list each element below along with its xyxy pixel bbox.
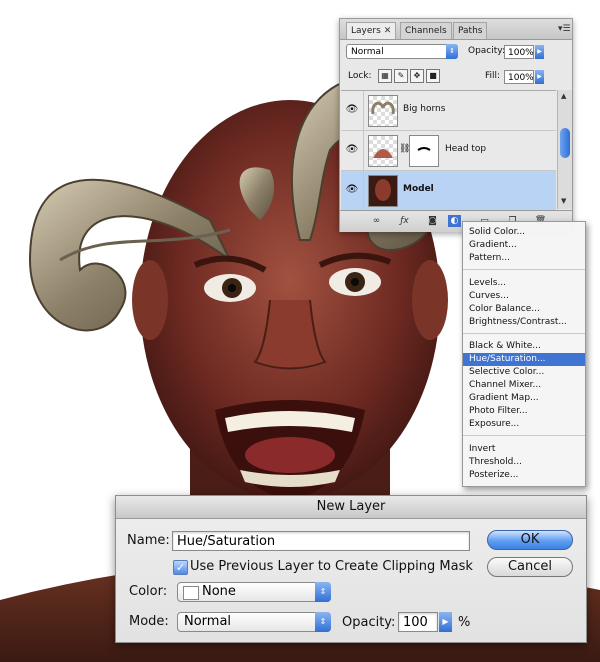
menu-item[interactable]: Levels... (463, 277, 585, 290)
lock-move-icon[interactable]: ✥ (410, 69, 424, 83)
scroll-thumb[interactable] (560, 128, 570, 158)
layer-thumbnail (368, 135, 398, 167)
lock-transparency-icon[interactable]: ▦ (378, 69, 392, 83)
fill-field[interactable]: 100% (504, 70, 534, 84)
clipping-mask-label: Use Previous Layer to Create Clipping Ma… (190, 559, 473, 574)
layer-row-head-top[interactable]: 👁 ⛓ Head top (341, 131, 556, 171)
menu-item[interactable]: Posterize... (463, 469, 585, 482)
mode-select[interactable]: Normal ⇕ (177, 612, 331, 632)
blend-mode-select[interactable]: Normal ⇕ (346, 44, 458, 59)
tab-layers-label: Layers (351, 26, 381, 36)
layer-name: Head top (445, 144, 487, 154)
menu-item[interactable]: Color Balance... (463, 303, 585, 316)
scroll-down-icon[interactable]: ▼ (561, 197, 566, 205)
opacity-arrow-icon[interactable]: ▶ (535, 45, 544, 59)
color-swatch (183, 586, 199, 600)
name-label: Name: (127, 533, 170, 548)
scroll-up-icon[interactable]: ▲ (561, 92, 566, 100)
layer-scrollbar[interactable]: ▲ ▼ (557, 90, 572, 209)
mode-label: Mode: (129, 614, 169, 629)
link-layers-icon[interactable]: ∞ (370, 215, 383, 227)
menu-item[interactable]: Exposure... (463, 418, 585, 431)
opacity-input[interactable]: 100 (398, 612, 438, 632)
adjustment-layer-menu: Solid Color... Gradient... Pattern... Le… (462, 221, 586, 487)
eye-icon[interactable]: 👁 (344, 143, 360, 157)
layer-row-big-horns[interactable]: 👁 Big horns (341, 91, 556, 131)
menu-item[interactable]: Channel Mixer... (463, 379, 585, 392)
menu-item[interactable]: Selective Color... (463, 366, 585, 379)
panel-tab-bar: Layers ✕ Channels Paths ▾☰ (340, 19, 572, 40)
ok-button[interactable]: OK (487, 530, 573, 550)
menu-separator (463, 269, 585, 270)
layers-panel: Layers ✕ Channels Paths ▾☰ Normal ⇕ Opaci… (339, 18, 573, 232)
menu-item-hue-saturation[interactable]: Hue/Saturation... (463, 353, 585, 366)
blend-mode-value: Normal (351, 47, 384, 57)
color-label: Color: (129, 584, 168, 599)
menu-item[interactable]: Black & White... (463, 340, 585, 353)
menu-separator (463, 435, 585, 436)
clipping-mask-checkbox[interactable]: ✓ (173, 560, 188, 575)
adjustment-layer-icon[interactable]: ◐ (448, 215, 461, 227)
layer-thumbnail (368, 175, 398, 207)
menu-item[interactable]: Pattern... (463, 252, 585, 265)
chevron-updown-icon: ⇕ (446, 44, 458, 59)
menu-item[interactable]: Photo Filter... (463, 405, 585, 418)
layer-row-model[interactable]: 👁 Model (341, 171, 556, 211)
eye-icon[interactable]: 👁 (344, 103, 360, 117)
menu-item[interactable]: Invert (463, 443, 585, 456)
tab-channels[interactable]: Channels (400, 22, 452, 39)
divider (363, 131, 364, 170)
menu-separator (463, 333, 585, 334)
menu-item[interactable]: Curves... (463, 290, 585, 303)
percent-label: % (458, 615, 471, 630)
new-layer-dialog: New Layer Name: Hue/Saturation OK ✓ Use … (115, 495, 587, 643)
tab-paths-label: Paths (458, 26, 483, 36)
eye-icon[interactable]: 👁 (344, 183, 360, 197)
menu-item[interactable]: Brightness/Contrast... (463, 316, 585, 329)
chevron-updown-icon: ⇕ (315, 612, 331, 632)
lock-label: Lock: (348, 71, 372, 81)
color-value: None (202, 584, 236, 599)
tab-layers[interactable]: Layers ✕ (346, 22, 397, 39)
opacity-label: Opacity: (342, 615, 396, 630)
lock-brush-icon[interactable]: ✎ (394, 69, 408, 83)
menu-item[interactable]: Gradient... (463, 239, 585, 252)
opacity-stepper-icon[interactable]: ▶ (439, 612, 452, 632)
color-select[interactable]: None ⇕ (177, 582, 331, 602)
cancel-button[interactable]: Cancel (487, 557, 573, 577)
panel-menu-icon[interactable]: ▾☰ (558, 24, 571, 34)
add-mask-icon[interactable]: ◙ (426, 215, 439, 227)
layer-mask-thumbnail[interactable] (409, 135, 439, 167)
layer-name: Model (403, 184, 434, 194)
layer-thumbnail (368, 95, 398, 127)
dialog-title: New Layer (116, 496, 586, 519)
mode-value: Normal (184, 614, 232, 629)
divider (363, 91, 364, 130)
fx-icon[interactable]: ƒx (398, 215, 411, 227)
lock-all-icon[interactable]: ■ (426, 69, 440, 83)
tab-channels-label: Channels (405, 26, 447, 36)
fill-label: Fill: (485, 71, 501, 81)
divider (363, 171, 364, 210)
opacity-field[interactable]: 100% (504, 45, 534, 59)
menu-item[interactable]: Gradient Map... (463, 392, 585, 405)
fill-arrow-icon[interactable]: ▶ (535, 70, 544, 84)
chevron-updown-icon: ⇕ (315, 582, 331, 602)
layer-name-input[interactable]: Hue/Saturation (172, 531, 470, 551)
opacity-label: Opacity: (468, 46, 505, 56)
tab-paths[interactable]: Paths (453, 22, 488, 39)
tab-close-icon[interactable]: ✕ (384, 26, 392, 36)
layer-list: 👁 Big horns 👁 ⛓ Head top 👁 Model (341, 90, 556, 211)
layer-name: Big horns (403, 104, 446, 114)
menu-item[interactable]: Threshold... (463, 456, 585, 469)
menu-item[interactable]: Solid Color... (463, 226, 585, 239)
